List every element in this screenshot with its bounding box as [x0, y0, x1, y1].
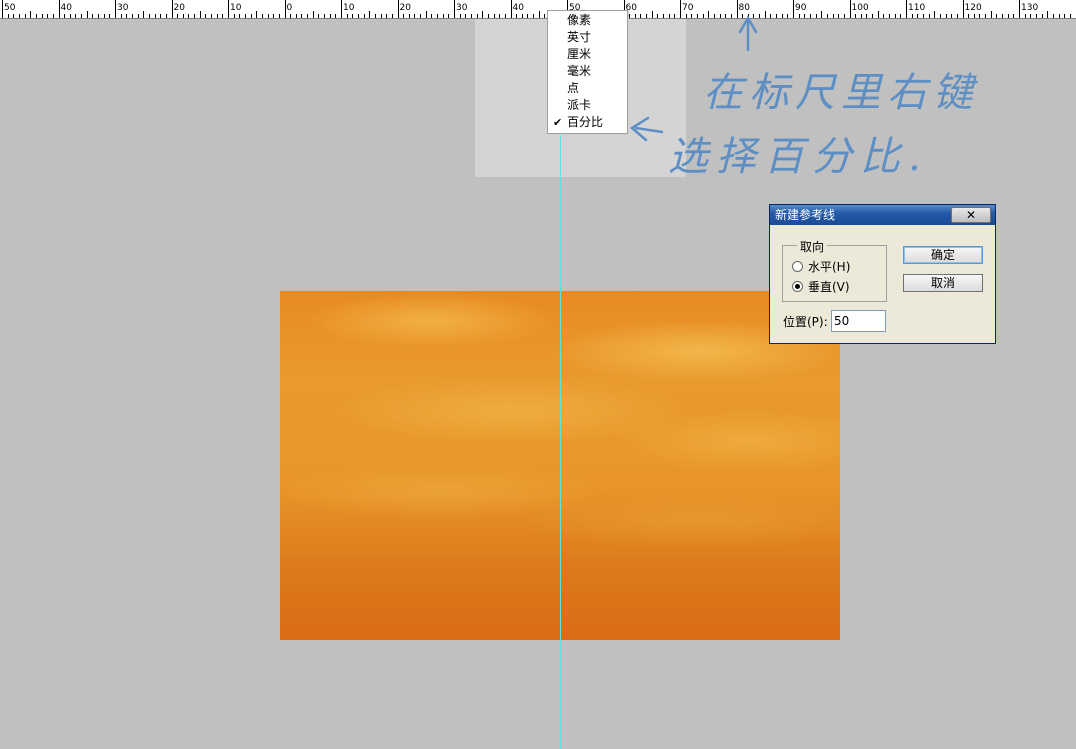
arrow-left-icon — [629, 116, 664, 142]
annotation-choose-percent: 选择百分比. — [668, 134, 929, 180]
arrow-up-icon — [738, 15, 758, 52]
annotation-right-click-ruler: 在标尺里右键 — [703, 70, 979, 116]
